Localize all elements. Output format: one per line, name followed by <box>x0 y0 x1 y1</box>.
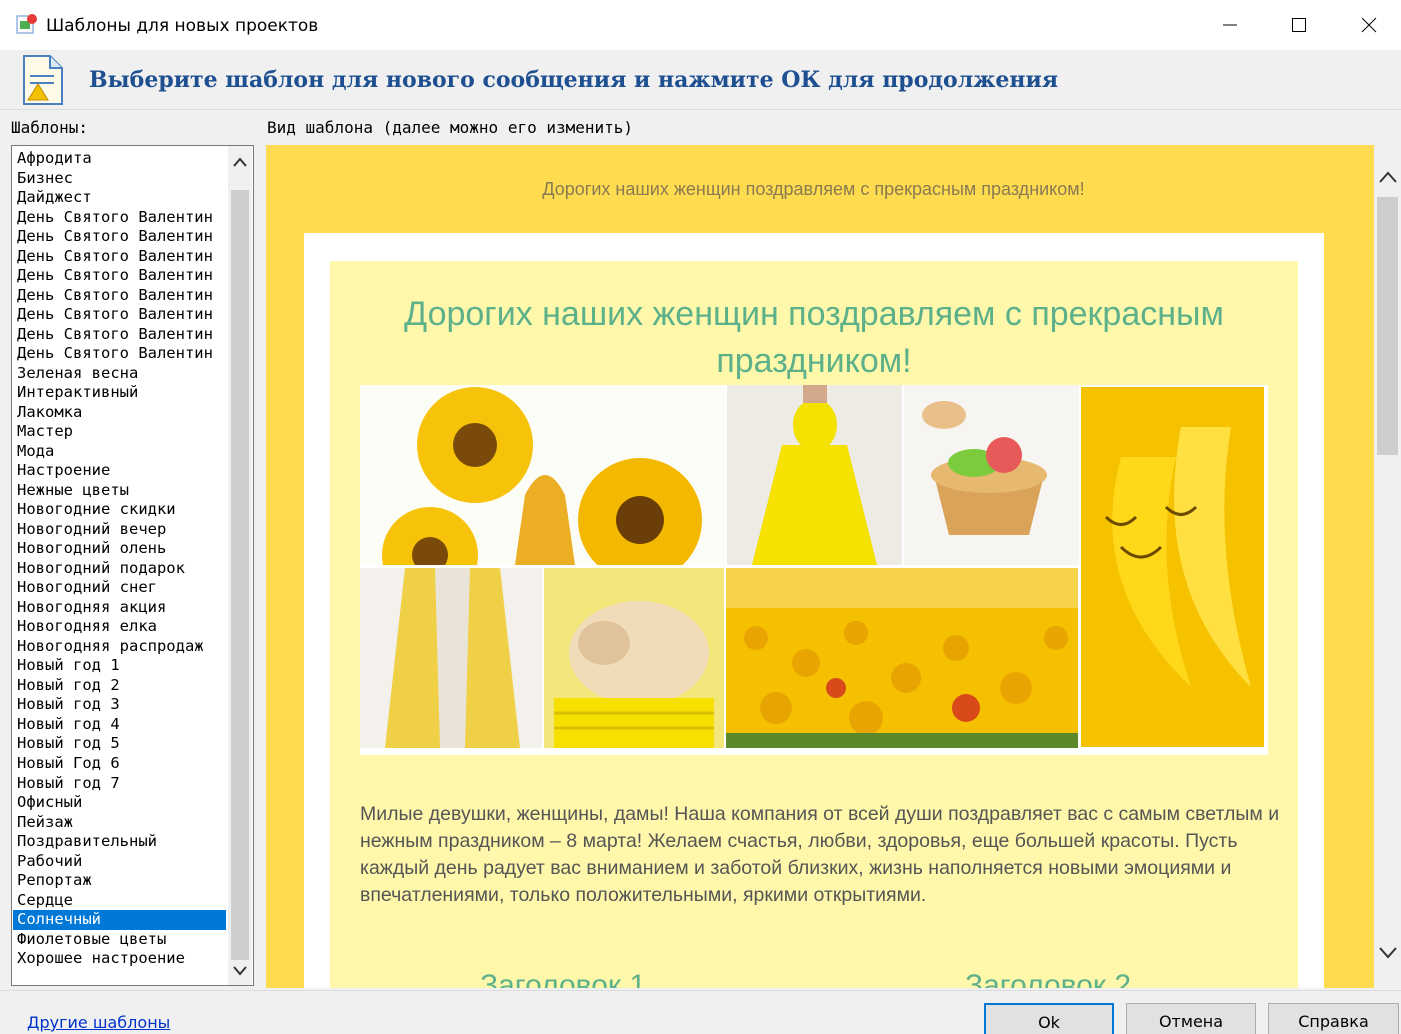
minimize-button[interactable] <box>1195 0 1265 50</box>
template-list-item[interactable]: Новый год 7 <box>13 774 226 794</box>
chevron-up-icon <box>1378 171 1397 183</box>
preview-label: Вид шаблона (далее можно его изменить) <box>267 118 634 137</box>
template-list-item[interactable]: День Святого Валентин <box>13 305 226 325</box>
template-list-item[interactable]: День Святого Валентин <box>13 227 226 247</box>
template-list-item[interactable]: Новогодний подарок <box>13 559 226 579</box>
template-list-item[interactable]: День Святого Валентин <box>13 325 226 345</box>
template-list-item[interactable]: Пейзаж <box>13 813 226 833</box>
template-list-item[interactable]: Новогодние скидки <box>13 500 226 520</box>
template-list-item[interactable]: Рабочий <box>13 852 226 872</box>
minimize-icon <box>1223 24 1237 26</box>
email-title-line1: Дорогих наших женщин поздравляем с прекр… <box>404 295 1224 333</box>
template-list-item[interactable]: Офисный <box>13 793 226 813</box>
template-list-item[interactable]: Новый год 2 <box>13 676 226 696</box>
template-list-item[interactable]: Новый год 3 <box>13 695 226 715</box>
template-list-item[interactable]: День Святого Валентин <box>13 344 226 364</box>
template-list-item[interactable]: День Святого Валентин <box>13 247 226 267</box>
preview-scroll-down-button[interactable] <box>1374 937 1401 969</box>
preview-preheader: Дорогих наших женщин поздравляем с прекр… <box>542 179 1085 199</box>
tulip-field-image <box>726 568 1078 748</box>
template-list-item[interactable]: Новогодняя распродаж <box>13 637 226 657</box>
template-list-item[interactable]: Новый год 5 <box>13 734 226 754</box>
template-list-item[interactable]: Поздравительный <box>13 832 226 852</box>
templates-listbox[interactable]: Афродита Бизнес Дайджест День Святого Вален… <box>11 145 254 986</box>
template-list-item[interactable]: Зеленая весна <box>13 364 226 384</box>
email-card: Дорогих наших женщин поздравляем с прекр… <box>304 233 1324 988</box>
template-list-item[interactable]: День Святого Валентин <box>13 208 226 228</box>
templates-scrollbar[interactable] <box>228 146 252 985</box>
bananas-image <box>1081 387 1264 747</box>
template-list-item[interactable]: Сердце <box>13 891 226 911</box>
email-title-line2: праздником! <box>716 342 912 380</box>
template-list-item[interactable]: Интерактивный <box>13 383 226 403</box>
email-content: Дорогих наших женщин поздравляем с прекр… <box>330 261 1298 988</box>
template-list-item[interactable]: Мода <box>13 442 226 462</box>
close-icon <box>1361 17 1377 33</box>
chevron-down-icon <box>1378 947 1397 959</box>
template-list-item[interactable]: Новогодний вечер <box>13 520 226 540</box>
template-list-item[interactable]: Новый год 1 <box>13 656 226 676</box>
tartlet-image <box>904 385 1079 565</box>
chevron-down-icon <box>233 966 247 976</box>
dialog-footer: Другие шаблоны Ok Отмена Справка <box>0 990 1401 1034</box>
template-list-item[interactable]: Новый год 4 <box>13 715 226 735</box>
dialog-header: Выберите шаблон для нового сообщения и н… <box>0 50 1401 110</box>
scroll-up-button[interactable] <box>228 148 252 176</box>
scroll-down-button[interactable] <box>228 957 252 985</box>
ok-button[interactable]: Ok <box>984 1003 1114 1034</box>
template-list-item[interactable]: Афродита <box>13 149 226 169</box>
window-title: Шаблоны для новых проектов <box>46 16 319 36</box>
subheading-2: Заголовок 2 <box>965 969 1132 988</box>
chevron-up-icon <box>233 157 247 167</box>
preview-scroll-up-button[interactable] <box>1374 161 1401 193</box>
template-list-item[interactable]: День Святого Валентин <box>13 266 226 286</box>
template-list-item[interactable]: Хорошее настроение <box>13 949 226 969</box>
image-collage <box>360 385 1268 755</box>
template-list-item[interactable]: Новогодняя елка <box>13 617 226 637</box>
title-bar: Шаблоны для новых проектов <box>0 0 1401 50</box>
template-list-item[interactable]: Дайджест <box>13 188 226 208</box>
template-list-item[interactable]: Лакомка <box>13 403 226 423</box>
template-list-item[interactable]: Фиолетовые цветы <box>13 930 226 950</box>
template-document-icon <box>23 55 63 105</box>
templates-list[interactable]: Афродита Бизнес Дайджест День Святого Вален… <box>13 149 226 969</box>
template-list-item[interactable]: Солнечный <box>13 910 226 930</box>
app-icon <box>16 14 37 34</box>
template-list-item[interactable]: День Святого Валентин <box>13 286 226 306</box>
subheading-1: Заголовок 1 <box>480 969 647 988</box>
templates-label: Шаблоны: <box>11 118 89 137</box>
header-instruction: Выберите шаблон для нового сообщения и н… <box>89 67 1059 93</box>
subheadings: Заголовок 1 Заголовок 2 <box>480 969 1180 988</box>
maximize-icon <box>1292 18 1306 32</box>
help-button[interactable]: Справка <box>1268 1003 1399 1034</box>
preview-scrollbar[interactable] <box>1374 145 1401 988</box>
template-list-item[interactable]: Настроение <box>13 461 226 481</box>
yellow-jacket-image <box>360 568 542 748</box>
email-body-text: Милые девушки, женщины, дамы! Наша компа… <box>360 803 1280 906</box>
cancel-button[interactable]: Отмена <box>1126 1003 1256 1034</box>
template-list-item[interactable]: Мастер <box>13 422 226 442</box>
close-button[interactable] <box>1334 0 1401 50</box>
scrollbar-thumb[interactable] <box>231 190 249 960</box>
template-list-item[interactable]: Репортаж <box>13 871 226 891</box>
template-list-item[interactable]: Новогодний олень <box>13 539 226 559</box>
sleeping-puppy-image <box>544 568 724 748</box>
email-title: Дорогих наших женщин поздравляем с прекр… <box>330 291 1298 385</box>
template-list-item[interactable]: Новогодняя акция <box>13 598 226 618</box>
preview-scrollbar-thumb[interactable] <box>1377 197 1398 455</box>
maximize-button[interactable] <box>1264 0 1334 50</box>
template-list-item[interactable]: Новый Год 6 <box>13 754 226 774</box>
sunflowers-image <box>360 385 725 565</box>
yellow-dress-image <box>727 385 902 565</box>
template-list-item[interactable]: Бизнес <box>13 169 226 189</box>
template-list-item[interactable]: Нежные цветы <box>13 481 226 501</box>
template-preview: Дорогих наших женщин поздравляем с прекр… <box>266 145 1374 988</box>
template-list-item[interactable]: Новогодний снег <box>13 578 226 598</box>
other-templates-link[interactable]: Другие шаблоны <box>27 1013 170 1032</box>
